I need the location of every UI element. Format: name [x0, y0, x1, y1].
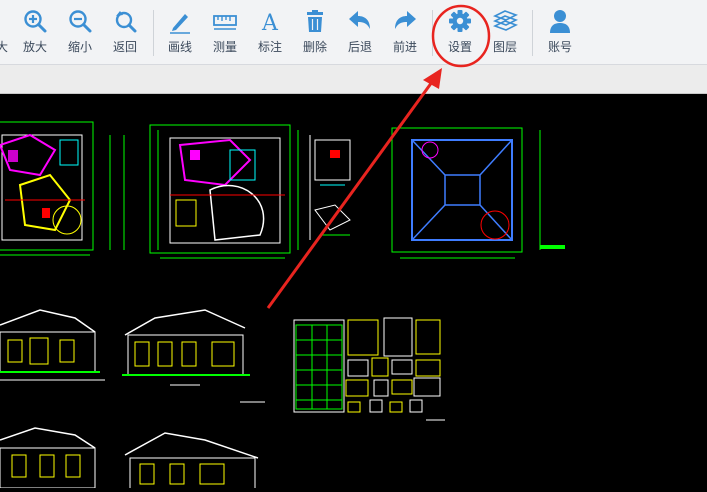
layers-icon — [492, 10, 518, 31]
schedule-tables — [293, 317, 445, 421]
elevation-3 — [0, 427, 96, 489]
settings-button[interactable]: 设置 — [438, 8, 482, 60]
delete-label: 删除 — [302, 40, 327, 54]
draw-line-label: 画线 — [167, 40, 192, 54]
toolbar-divider — [532, 10, 533, 56]
measure-label: 测量 — [212, 40, 237, 54]
undo-arrow-icon — [349, 11, 370, 29]
trash-icon — [307, 10, 323, 32]
svg-text:A: A — [261, 11, 279, 34]
layers-label: 图层 — [492, 40, 517, 54]
zoom-out-icon — [69, 10, 92, 33]
zoom-in-icon — [24, 10, 47, 33]
ruler-icon — [213, 15, 237, 30]
toolbar: 大 放大 缩小 返回 画线 测量 A 标注 删除 后退 前进 设置 图层 账号 — [0, 0, 707, 65]
user-icon — [550, 10, 570, 33]
annotate-button[interactable]: A 标注 — [248, 8, 292, 60]
pencil-icon — [170, 14, 190, 34]
account-label: 账号 — [547, 40, 572, 54]
toolbar-divider — [153, 10, 154, 56]
toolbar-divider — [432, 10, 433, 56]
draw-line-button[interactable]: 画线 — [158, 8, 202, 60]
drawing-canvas[interactable] — [0, 94, 707, 491]
measure-button[interactable]: 测量 — [203, 8, 247, 60]
back-button[interactable]: 返回 — [103, 8, 147, 60]
elevation-2 — [122, 309, 265, 403]
toolbar-label: 大 — [0, 40, 8, 54]
zoom-out-label: 缩小 — [67, 40, 92, 54]
tab-strip — [0, 65, 707, 94]
cad-drawing — [0, 121, 565, 491]
redo-label: 前进 — [392, 40, 417, 54]
back-label: 返回 — [112, 40, 137, 54]
back-magnifier-icon — [115, 11, 137, 33]
floor-plan-2 — [149, 124, 299, 259]
detail-drawing — [309, 135, 351, 240]
account-button[interactable]: 账号 — [538, 8, 582, 60]
gear-icon — [449, 10, 471, 32]
redo-arrow-icon — [395, 11, 416, 29]
zoom-out-button[interactable]: 缩小 — [58, 8, 102, 60]
redo-button[interactable]: 前进 — [383, 8, 427, 60]
delete-button[interactable]: 删除 — [293, 8, 337, 60]
zoom-in-button[interactable]: 放大 — [13, 8, 57, 60]
layers-button[interactable]: 图层 — [483, 8, 527, 60]
zoom-in-label: 放大 — [22, 40, 47, 54]
undo-label: 后退 — [347, 40, 372, 54]
settings-label: 设置 — [447, 40, 472, 54]
elevation-1 — [0, 309, 105, 381]
undo-button[interactable]: 后退 — [338, 8, 382, 60]
annotate-label: 标注 — [257, 40, 282, 54]
roof-plan — [391, 127, 565, 259]
text-a-icon: A — [261, 11, 279, 34]
floor-plan-1 — [0, 121, 125, 256]
elevation-4 — [124, 432, 259, 491]
